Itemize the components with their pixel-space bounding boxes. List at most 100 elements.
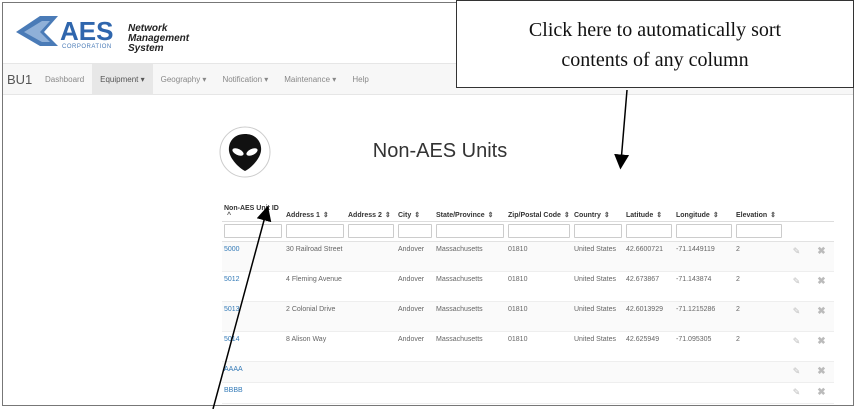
table-row: BBBB ✎ ✖ [222,382,834,404]
column-header-latitude[interactable]: Latitude ⇕ [624,191,674,222]
logo-wordmark: AES [60,16,113,46]
filter-input-city[interactable] [398,223,432,238]
cell-city [396,382,434,404]
nav-brand[interactable]: BU1 [7,72,32,87]
cell-lon: -71.1449119 [674,241,734,272]
nav-item-dashboard[interactable]: Dashboard [37,64,92,95]
cell-country: United States [572,331,624,362]
sort-icon[interactable]: ⇕ [604,211,610,219]
cell-address1 [284,382,346,404]
column-header-label: Non-AES Unit ID [224,204,279,212]
edit-icon[interactable]: ✎ [784,301,809,332]
cell-address1: 4 Fleming Avenue [284,271,346,302]
cell-address2 [346,361,396,383]
cell-lon: -71.1215286 [674,301,734,332]
filter-input-elevation[interactable] [736,223,782,238]
cell-lon: -71.143874 [674,271,734,302]
delete-icon[interactable]: ✖ [809,271,834,302]
cell-state: Massachusetts [434,331,506,362]
column-header-state[interactable]: State/Province ⇕ [434,191,506,222]
non-aes-units-table: Non-AES Unit ID^ Address 1 ⇕ Address 2 ⇕ C… [222,191,834,404]
cell-city [396,361,434,383]
cell-city: Andover [396,241,434,272]
cell-address2 [346,301,396,332]
column-header-address2[interactable]: Address 2 ⇕ [346,191,396,222]
cell-state: Massachusetts [434,241,506,272]
filter-input-unit-id[interactable] [224,223,282,238]
sort-icon[interactable]: ⇕ [564,211,570,219]
cell-zip: 01810 [506,331,572,362]
table-row: 5012 4 Fleming Avenue Andover Massachusetts… [222,271,834,302]
cell-zip [506,382,572,404]
sort-asc-icon[interactable]: ^ [227,212,231,219]
column-header-unit-id[interactable]: Non-AES Unit ID^ [222,191,284,222]
cell-elev: 2 [734,271,784,302]
column-header-city[interactable]: City ⇕ [396,191,434,222]
cell-zip [506,361,572,383]
sort-icon[interactable]: ⇕ [323,211,329,219]
unit-id-link[interactable]: 5000 [222,241,284,272]
aes-logo[interactable]: AES CORPORATION Network Management Syste… [14,14,214,54]
filter-input-address1[interactable] [286,223,344,238]
sort-icon[interactable]: ⇕ [656,211,662,219]
delete-icon[interactable]: ✖ [809,241,834,272]
column-header-country[interactable]: Country ⇕ [572,191,624,222]
cell-address1: 8 Alison Way [284,331,346,362]
unit-id-link[interactable]: AAAA [222,361,284,383]
aes-logo-icon: AES [16,16,113,46]
edit-icon[interactable]: ✎ [784,361,809,383]
alien-icon [219,126,271,178]
cell-lat: 42.625949 [624,331,674,362]
nav-item-maintenance[interactable]: Maintenance ▾ [276,64,344,95]
column-header-longitude[interactable]: Longitude ⇕ [674,191,734,222]
cell-address1: 30 Railroad Street [284,241,346,272]
cell-address2 [346,382,396,404]
delete-icon[interactable]: ✖ [809,382,834,404]
column-header-edit [784,191,809,222]
sort-icon[interactable]: ⇕ [385,211,391,219]
nav-item-notification[interactable]: Notification ▾ [214,64,276,95]
cell-lat [624,361,674,383]
cell-elev: 2 [734,241,784,272]
edit-icon[interactable]: ✎ [784,382,809,404]
cell-country: United States [572,301,624,332]
cell-zip: 01810 [506,271,572,302]
column-header-label: Zip/Postal Code [508,211,561,219]
cell-city: Andover [396,301,434,332]
delete-icon[interactable]: ✖ [809,331,834,362]
column-header-elevation[interactable]: Elevation ⇕ [734,191,784,222]
cell-lat [624,382,674,404]
edit-icon[interactable]: ✎ [784,241,809,272]
cell-city: Andover [396,331,434,362]
nav-item-help[interactable]: Help [344,64,376,95]
filter-input-longitude[interactable] [676,223,732,238]
sort-icon[interactable]: ⇕ [488,211,494,219]
cell-country [572,382,624,404]
filter-row [222,221,834,242]
filter-input-zip[interactable] [508,223,570,238]
page-title: Non-AES Units [372,140,508,162]
sort-icon[interactable]: ⇕ [770,211,776,219]
delete-icon[interactable]: ✖ [809,361,834,383]
edit-icon[interactable]: ✎ [784,331,809,362]
cell-city: Andover [396,271,434,302]
filter-input-country[interactable] [574,223,622,238]
column-header-label: Address 2 [348,211,382,219]
unit-id-link[interactable]: 5012 [222,271,284,302]
delete-icon[interactable]: ✖ [809,301,834,332]
column-header-address1[interactable]: Address 1 ⇕ [284,191,346,222]
sort-icon[interactable]: ⇕ [713,211,719,219]
unit-id-link[interactable]: 5014 [222,331,284,362]
filter-input-state[interactable] [436,223,504,238]
sort-icon[interactable]: ⇕ [414,211,420,219]
column-header-label: City [398,211,412,219]
unit-id-link[interactable]: BBBB [222,382,284,404]
filter-input-address2[interactable] [348,223,394,238]
nav-item-geography[interactable]: Geography ▾ [153,64,215,95]
unit-id-link[interactable]: 5013 [222,301,284,332]
nav-item-equipment[interactable]: Equipment ▾ [92,64,153,95]
column-header-zip[interactable]: Zip/Postal Code ⇕ [506,191,572,222]
cell-state: Massachusetts [434,301,506,332]
filter-input-latitude[interactable] [626,223,672,238]
edit-icon[interactable]: ✎ [784,271,809,302]
